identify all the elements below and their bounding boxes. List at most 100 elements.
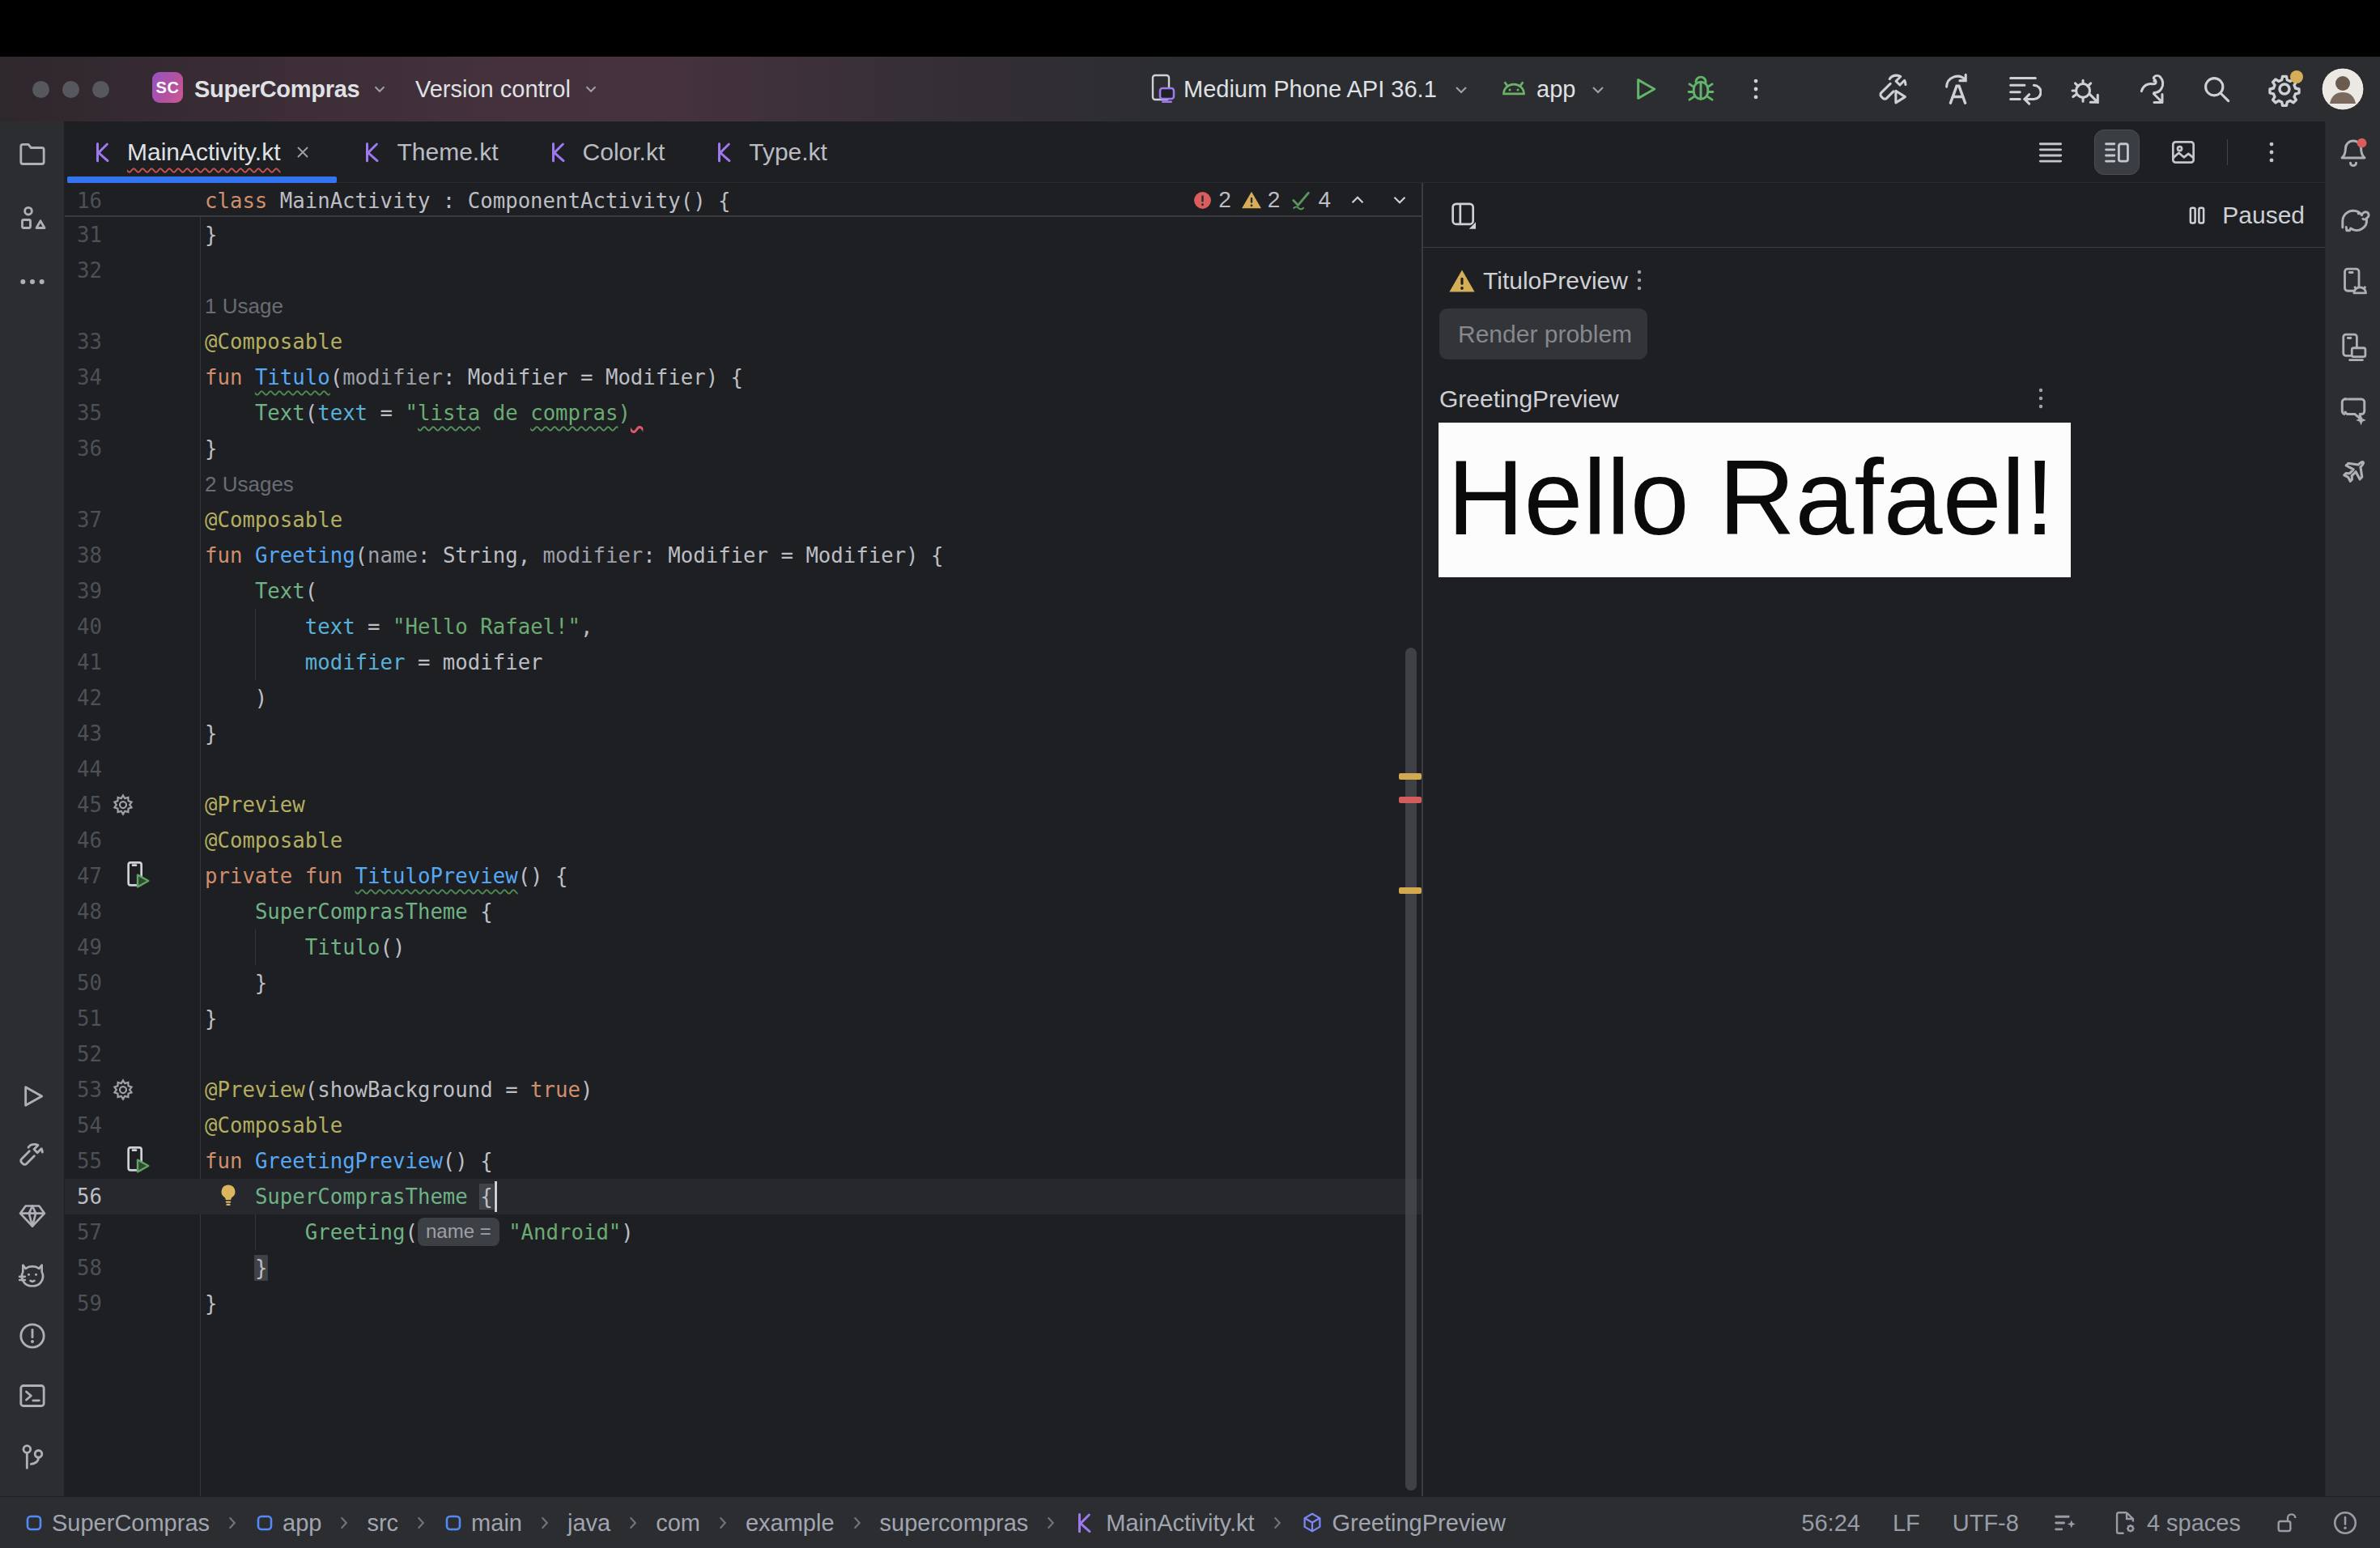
breadcrumb-label: example: [746, 1510, 835, 1537]
attach-debugger-icon[interactable]: [2066, 57, 2103, 121]
project-selector[interactable]: SuperCompras: [194, 57, 389, 121]
breadcrumb-item[interactable]: app: [255, 1510, 321, 1537]
run-tool-button-run-icon[interactable]: [10, 1074, 55, 1119]
error-stripe-mark[interactable]: [1399, 797, 1422, 803]
problems-indicator-icon[interactable]: [2331, 1509, 2359, 1537]
preview-paused-status[interactable]: Paused: [2185, 183, 2305, 248]
search-icon[interactable]: [2199, 57, 2234, 121]
file-encoding[interactable]: UTF-8: [1953, 1510, 2019, 1537]
code-line-44: 44: [65, 751, 1422, 787]
line-number: 39: [65, 573, 102, 609]
window-close-button[interactable]: [32, 81, 49, 98]
code-view-icon[interactable]: [2028, 130, 2073, 175]
tab-color-kt[interactable]: Color.kt: [523, 121, 690, 183]
window-minimize-button[interactable]: [62, 81, 79, 98]
structure-tool-button-structure-icon[interactable]: [10, 195, 55, 240]
device-manager-icon[interactable]: [2331, 324, 2376, 369]
prev-problem-button[interactable]: [1347, 189, 1368, 211]
caret-position[interactable]: 56:24: [1801, 1510, 1860, 1537]
run-configuration-selector[interactable]: app: [1536, 57, 1606, 121]
notifications-bell-icon[interactable]: [2331, 130, 2376, 175]
code-line-35: 35 Text(text = "lista de compras): [65, 395, 1422, 431]
close-tab-icon[interactable]: [293, 142, 312, 162]
run-button[interactable]: [1629, 57, 1661, 121]
version-control-menu[interactable]: Version control: [415, 57, 600, 121]
more-actions-button[interactable]: [1742, 57, 1770, 121]
ai-code-completion-icon[interactable]: [2051, 1509, 2079, 1537]
apply-changes-icon[interactable]: [1940, 57, 1977, 121]
tab-theme-kt[interactable]: Theme.kt: [337, 121, 522, 183]
code-line-45: 45@Preview: [65, 787, 1422, 823]
line-number: 44: [65, 751, 102, 787]
project-tool-button-folder-icon[interactable]: [10, 131, 55, 176]
preview-settings-gear-icon[interactable]: [111, 1078, 135, 1102]
gradle-sync-icon[interactable]: [2129, 57, 2168, 121]
gradle-icon[interactable]: [2331, 195, 2376, 240]
breadcrumb-item[interactable]: MainActivity.kt: [1073, 1510, 1254, 1537]
code-editor[interactable]: 31}321 Usage33@Composable34fun Titulo(mo…: [65, 183, 1422, 1496]
breadcrumb-item[interactable]: main: [444, 1510, 522, 1537]
render-problem-button[interactable]: Render problem: [1439, 308, 1647, 359]
breadcrumb-item[interactable]: supercompras: [880, 1510, 1029, 1537]
preview-item-menu[interactable]: [1626, 266, 1653, 294]
preview-item-title[interactable]: GreetingPreview: [1439, 385, 1619, 413]
line-separator[interactable]: LF: [1893, 1510, 1920, 1537]
line-number: 56: [65, 1179, 102, 1214]
title-bar: SC SuperCompras Version control Medium P…: [0, 57, 2380, 121]
version-control-tool-button-git-branch-icon[interactable]: [10, 1435, 55, 1480]
split-view-icon[interactable]: [2094, 130, 2140, 175]
build-tool-button-build-hammer-icon[interactable]: [10, 1133, 55, 1179]
breadcrumb-separator: [412, 1514, 430, 1532]
tab-mainactivity-kt[interactable]: MainActivity.kt: [67, 121, 337, 183]
device-selector[interactable]: Medium Phone API 36.1: [1184, 57, 1469, 121]
breadcrumbs: SuperCompras app src main java com example supe…: [24, 1497, 1506, 1548]
problems-tool-button-problems-icon[interactable]: [10, 1313, 55, 1359]
code-line-52: 52: [65, 1036, 1422, 1072]
tab-type-kt[interactable]: Type.kt: [689, 121, 852, 183]
preview-item-title[interactable]: TituloPreview: [1483, 267, 1628, 295]
preview-item-menu[interactable]: [2027, 385, 2055, 412]
apply-code-changes-icon[interactable]: [2004, 57, 2042, 121]
inspections-widget[interactable]: 2 2 4: [1192, 183, 1410, 217]
breadcrumb-item[interactable]: GreetingPreview: [1300, 1510, 1506, 1537]
preview-settings-gear-icon[interactable]: [111, 793, 135, 817]
indent-style[interactable]: 4 spaces: [2111, 1509, 2241, 1537]
compose-preview-canvas[interactable]: Hello Rafael!: [1439, 423, 2071, 577]
run-preview-icon[interactable]: [123, 860, 155, 892]
preview-toolbar: Paused: [1423, 183, 2325, 248]
code-line-51: 51}: [65, 1001, 1422, 1036]
code-text: fun Titulo(modifier: Modifier = Modifier…: [205, 359, 743, 395]
line-number: 53: [65, 1072, 102, 1108]
error-stripe-mark[interactable]: [1399, 887, 1422, 894]
preview-layout-button[interactable]: [1447, 183, 1480, 248]
breadcrumb-item[interactable]: com: [656, 1510, 700, 1537]
terminal-tool-button-terminal-icon[interactable]: [10, 1373, 55, 1418]
breadcrumb-item[interactable]: SuperCompras: [24, 1510, 210, 1537]
running-devices-icon[interactable]: [2331, 258, 2376, 304]
code-line-49: 49 Titulo(): [65, 929, 1422, 965]
preview-greeting-text: Hello Rafael!: [1447, 436, 2055, 559]
next-problem-button[interactable]: [1389, 189, 1410, 211]
readonly-lock-icon[interactable]: [2273, 1510, 2299, 1536]
breadcrumb-item[interactable]: src: [367, 1510, 398, 1537]
error-stripe-mark[interactable]: [1399, 773, 1422, 780]
app-inspection-tool-button-gem-icon[interactable]: [10, 1193, 55, 1239]
code-text: SuperComprasTheme {: [205, 894, 493, 929]
more-tool-windows-button-more-h-icon[interactable]: [10, 259, 55, 304]
breadcrumb-item[interactable]: java: [567, 1510, 610, 1537]
user-avatar[interactable]: [2320, 57, 2365, 121]
line-number: 33: [65, 324, 102, 359]
app-quality-insights-icon[interactable]: [2331, 449, 2376, 495]
build-icon[interactable]: [1875, 57, 1912, 121]
logcat-tool-button-logcat-cat-icon[interactable]: [10, 1253, 55, 1299]
gemini-chat-icon[interactable]: [2331, 386, 2376, 432]
breadcrumb-item[interactable]: example: [746, 1510, 835, 1537]
window-zoom-button[interactable]: [92, 81, 109, 98]
editor-options-icon[interactable]: [2249, 130, 2294, 175]
debug-button[interactable]: [1684, 57, 1718, 121]
line-number: 31: [65, 217, 102, 253]
run-preview-icon[interactable]: [123, 1145, 155, 1177]
settings-icon[interactable]: [2265, 57, 2304, 121]
project-logo[interactable]: SC: [152, 72, 183, 103]
design-view-icon[interactable]: [2161, 130, 2206, 175]
